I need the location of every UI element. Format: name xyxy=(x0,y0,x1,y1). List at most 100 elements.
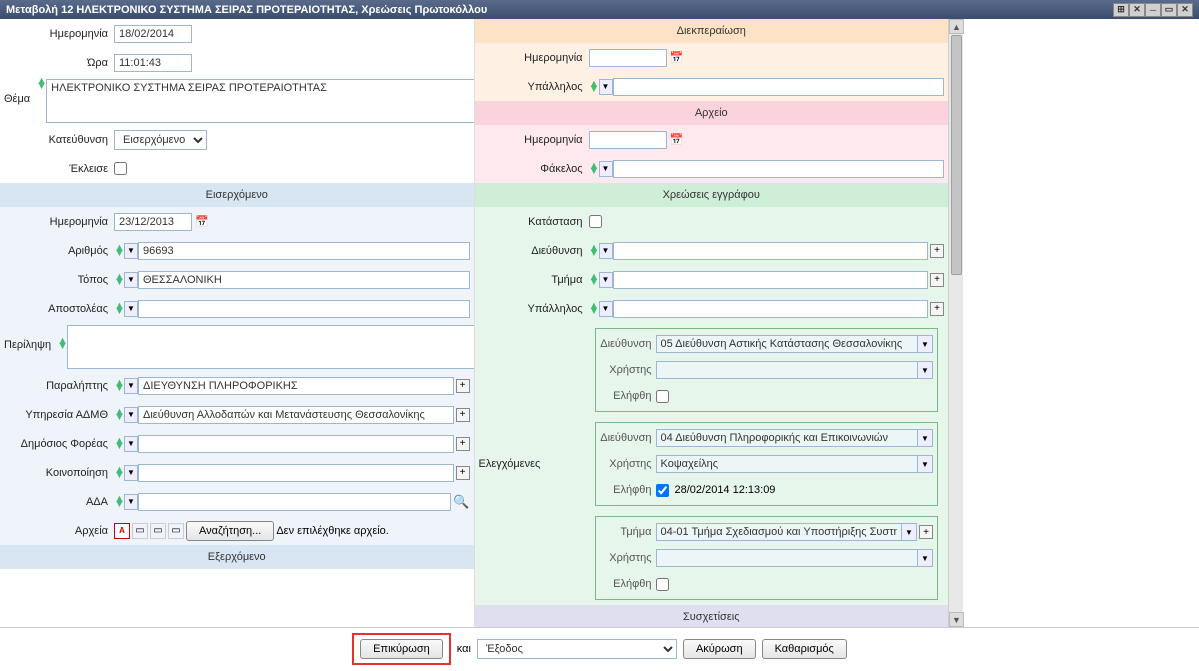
box1-received-checkbox[interactable] xyxy=(656,390,669,403)
file-icon-1[interactable]: ▭ xyxy=(132,523,148,539)
processing-date-input[interactable] xyxy=(589,49,667,67)
charges-direction-label: Διεύθυνση xyxy=(479,245,589,257)
number-updown-icon[interactable]: ▲▼ xyxy=(114,246,124,256)
subject-input[interactable]: ΗΛΕΚΤΡΟΝΙΚΟ ΣΥΣΤΗΜΑ ΣΕΙΡΑΣ ΠΡΟΤΕΡΑΙΟΤΗΤΑ… xyxy=(46,79,474,123)
ada-dropdown-icon[interactable]: ▼ xyxy=(124,494,138,510)
calendar-icon[interactable]: 📅 xyxy=(669,132,685,148)
sender-label: Αποστολέας xyxy=(4,303,114,315)
time-input[interactable] xyxy=(114,54,192,72)
box1-user-dropdown-icon[interactable]: ▼ xyxy=(917,361,933,379)
public-add-icon[interactable]: + xyxy=(456,437,470,451)
box1-dir-dropdown-icon[interactable]: ▼ xyxy=(917,335,933,353)
window-close-icon[interactable]: ✕ xyxy=(1177,3,1193,17)
service-updown-icon[interactable]: ▲▼ xyxy=(114,410,124,420)
charges-employee-input[interactable] xyxy=(613,300,929,318)
window-pin-icon[interactable]: ⊞ xyxy=(1113,3,1129,17)
box2-dir-dropdown-icon[interactable]: ▼ xyxy=(917,429,933,447)
notify-updown-icon[interactable]: ▲▼ xyxy=(114,468,124,478)
box3-dept-add-icon[interactable]: + xyxy=(919,525,933,539)
summary-input[interactable] xyxy=(67,325,474,369)
public-updown-icon[interactable]: ▲▼ xyxy=(114,439,124,449)
closed-checkbox[interactable] xyxy=(114,162,127,175)
box2-user-dropdown-icon[interactable]: ▼ xyxy=(917,455,933,473)
window-maximize-icon[interactable]: ▭ xyxy=(1161,3,1177,17)
scroll-up-icon[interactable]: ▲ xyxy=(949,19,964,34)
number-input[interactable] xyxy=(138,242,470,260)
subject-updown-icon[interactable]: ▲▼ xyxy=(36,79,46,89)
scroll-down-icon[interactable]: ▼ xyxy=(949,612,964,627)
ada-input[interactable] xyxy=(138,493,451,511)
calendar-icon[interactable]: 📅 xyxy=(669,50,685,66)
in-date-input[interactable] xyxy=(114,213,192,231)
file-icon-2[interactable]: ▭ xyxy=(150,523,166,539)
notify-dropdown-icon[interactable]: ▼ xyxy=(124,465,138,481)
validate-button[interactable]: Επικύρωση xyxy=(360,639,443,659)
charges-employee-add-icon[interactable]: + xyxy=(930,302,944,316)
calendar-icon[interactable]: 📅 xyxy=(194,214,210,230)
folder-updown-icon[interactable]: ▲▼ xyxy=(589,164,599,174)
recipient-dropdown-icon[interactable]: ▼ xyxy=(124,378,138,394)
validate-highlight: Επικύρωση xyxy=(352,633,451,665)
search-file-button[interactable]: Αναζήτηση... xyxy=(186,521,274,541)
charges-dept-dropdown-icon[interactable]: ▼ xyxy=(599,272,613,288)
folder-input[interactable] xyxy=(613,160,945,178)
processing-employee-dropdown-icon[interactable]: ▼ xyxy=(599,79,613,95)
public-input[interactable] xyxy=(138,435,454,453)
notify-input[interactable] xyxy=(138,464,454,482)
processing-employee-updown-icon[interactable]: ▲▼ xyxy=(589,82,599,92)
direction-select[interactable]: Εισερχόμενο xyxy=(114,130,207,150)
folder-dropdown-icon[interactable]: ▼ xyxy=(599,161,613,177)
box1-dir-input[interactable] xyxy=(656,335,919,353)
search-icon[interactable]: 🔍 xyxy=(453,494,469,510)
service-dropdown-icon[interactable]: ▼ xyxy=(124,407,138,423)
recipient-updown-icon[interactable]: ▲▼ xyxy=(114,381,124,391)
file-icon-3[interactable]: ▭ xyxy=(168,523,184,539)
box3-dept-dropdown-icon[interactable]: ▼ xyxy=(901,523,917,541)
notify-add-icon[interactable]: + xyxy=(456,466,470,480)
recipient-input[interactable] xyxy=(138,377,454,395)
box3-user-dropdown-icon[interactable]: ▼ xyxy=(917,549,933,567)
clear-button[interactable]: Καθαρισμός xyxy=(762,639,847,659)
sender-dropdown-icon[interactable]: ▼ xyxy=(124,301,138,317)
scroll-thumb[interactable] xyxy=(951,35,962,275)
box3-received-checkbox[interactable] xyxy=(656,578,669,591)
box3-user-input[interactable] xyxy=(656,549,919,567)
number-dropdown-icon[interactable]: ▼ xyxy=(124,243,138,259)
charges-direction-input[interactable] xyxy=(613,242,929,260)
processing-employee-input[interactable] xyxy=(613,78,945,96)
cancel-button[interactable]: Ακύρωση xyxy=(683,639,756,659)
public-dropdown-icon[interactable]: ▼ xyxy=(124,436,138,452)
charges-dept-add-icon[interactable]: + xyxy=(930,273,944,287)
exit-select[interactable]: Έξοδος xyxy=(477,639,677,659)
box2-user-input[interactable] xyxy=(656,455,919,473)
ada-updown-icon[interactable]: ▲▼ xyxy=(114,497,124,507)
charges-direction-updown-icon[interactable]: ▲▼ xyxy=(589,246,599,256)
charges-employee-dropdown-icon[interactable]: ▼ xyxy=(599,301,613,317)
date-input[interactable] xyxy=(114,25,192,43)
charges-dept-updown-icon[interactable]: ▲▼ xyxy=(589,275,599,285)
charges-employee-updown-icon[interactable]: ▲▼ xyxy=(589,304,599,314)
place-dropdown-icon[interactable]: ▼ xyxy=(124,272,138,288)
box1-user-input[interactable] xyxy=(656,361,919,379)
summary-updown-icon[interactable]: ▲▼ xyxy=(57,325,67,349)
place-updown-icon[interactable]: ▲▼ xyxy=(114,275,124,285)
box3-dept-input[interactable] xyxy=(656,523,903,541)
vertical-scrollbar[interactable]: ▲ ▼ xyxy=(948,19,963,627)
charges-employee-label: Υπάλληλος xyxy=(479,303,589,315)
charges-dept-input[interactable] xyxy=(613,271,929,289)
window-minimize-icon[interactable]: ─ xyxy=(1145,3,1161,17)
service-add-icon[interactable]: + xyxy=(456,408,470,422)
sender-updown-icon[interactable]: ▲▼ xyxy=(114,304,124,314)
charges-direction-dropdown-icon[interactable]: ▼ xyxy=(599,243,613,259)
status-checkbox[interactable] xyxy=(589,215,602,228)
place-input[interactable] xyxy=(138,271,470,289)
charges-direction-add-icon[interactable]: + xyxy=(930,244,944,258)
box2-received-checkbox[interactable] xyxy=(656,484,669,497)
box2-dir-input[interactable] xyxy=(656,429,919,447)
archive-date-input[interactable] xyxy=(589,131,667,149)
sender-input[interactable] xyxy=(138,300,470,318)
recipient-add-icon[interactable]: + xyxy=(456,379,470,393)
pdf-icon[interactable]: A xyxy=(114,523,130,539)
window-cross-icon[interactable]: ✕ xyxy=(1129,3,1145,17)
service-input[interactable] xyxy=(138,406,454,424)
